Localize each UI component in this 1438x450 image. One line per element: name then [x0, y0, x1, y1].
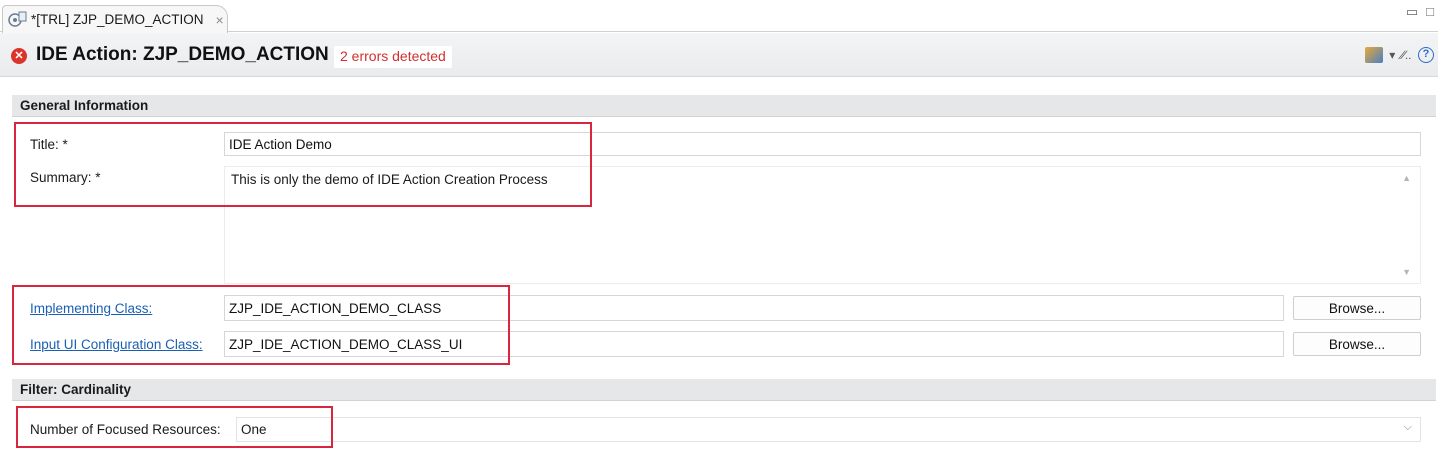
help-icon[interactable]: ? [1418, 47, 1434, 63]
implementing-class-link[interactable]: Implementing Class: [30, 301, 152, 316]
section-filter-cardinality[interactable]: Filter: Cardinality [12, 379, 1436, 401]
header-toolbar: ▾ ∕∕.. ? [1365, 47, 1434, 63]
summary-label: Summary: * [30, 170, 101, 185]
title-label: Title: * [30, 137, 68, 152]
scroll-up-icon[interactable]: ▲ [1402, 173, 1411, 183]
focused-resources-value: One [241, 422, 267, 437]
error-x-icon: ✕ [11, 48, 27, 64]
close-icon[interactable]: × [216, 12, 224, 28]
scroll-down-icon[interactable]: ▼ [1402, 267, 1411, 277]
editor-tab[interactable]: *[TRL] ZJP_DEMO_ACTION × [2, 5, 228, 33]
chevron-down-icon[interactable]: ⌵ [1404, 421, 1412, 434]
editor-tab-label: *[TRL] ZJP_DEMO_ACTION [31, 12, 204, 27]
browse-input-ui-config-class-button[interactable]: Browse... [1293, 332, 1421, 356]
chevron-down-icon[interactable]: ▾ [1389, 48, 1395, 62]
page-title: IDE Action: ZJP_DEMO_ACTION [36, 44, 329, 65]
toolbar-more-icon[interactable]: ∕∕.. [1401, 48, 1412, 62]
section-general-information[interactable]: General Information [12, 95, 1436, 117]
gear-doc-icon [7, 11, 27, 29]
focused-resources-label: Number of Focused Resources: [30, 422, 221, 437]
focused-resources-select[interactable]: One ⌵ [236, 417, 1421, 442]
editor-tab-bar: *[TRL] ZJP_DEMO_ACTION × ▭ □ [0, 0, 1438, 33]
error-status-badge[interactable]: 2 errors detected [334, 46, 452, 68]
maximize-icon[interactable]: □ [1426, 4, 1434, 20]
implementing-class-input[interactable] [224, 295, 1284, 321]
deploy-image-icon[interactable] [1365, 47, 1384, 63]
summary-textarea[interactable]: This is only the demo of IDE Action Crea… [224, 166, 1421, 284]
title-input[interactable] [224, 132, 1421, 156]
summary-text: This is only the demo of IDE Action Crea… [231, 172, 548, 187]
browse-implementing-class-button[interactable]: Browse... [1293, 296, 1421, 320]
input-ui-config-class-input[interactable] [224, 331, 1284, 357]
editor-header: ✕ IDE Action: ZJP_DEMO_ACTION 2 errors d… [0, 33, 1438, 77]
minimize-icon[interactable]: ▭ [1406, 4, 1418, 20]
input-ui-config-class-link[interactable]: Input UI Configuration Class: [30, 337, 203, 352]
